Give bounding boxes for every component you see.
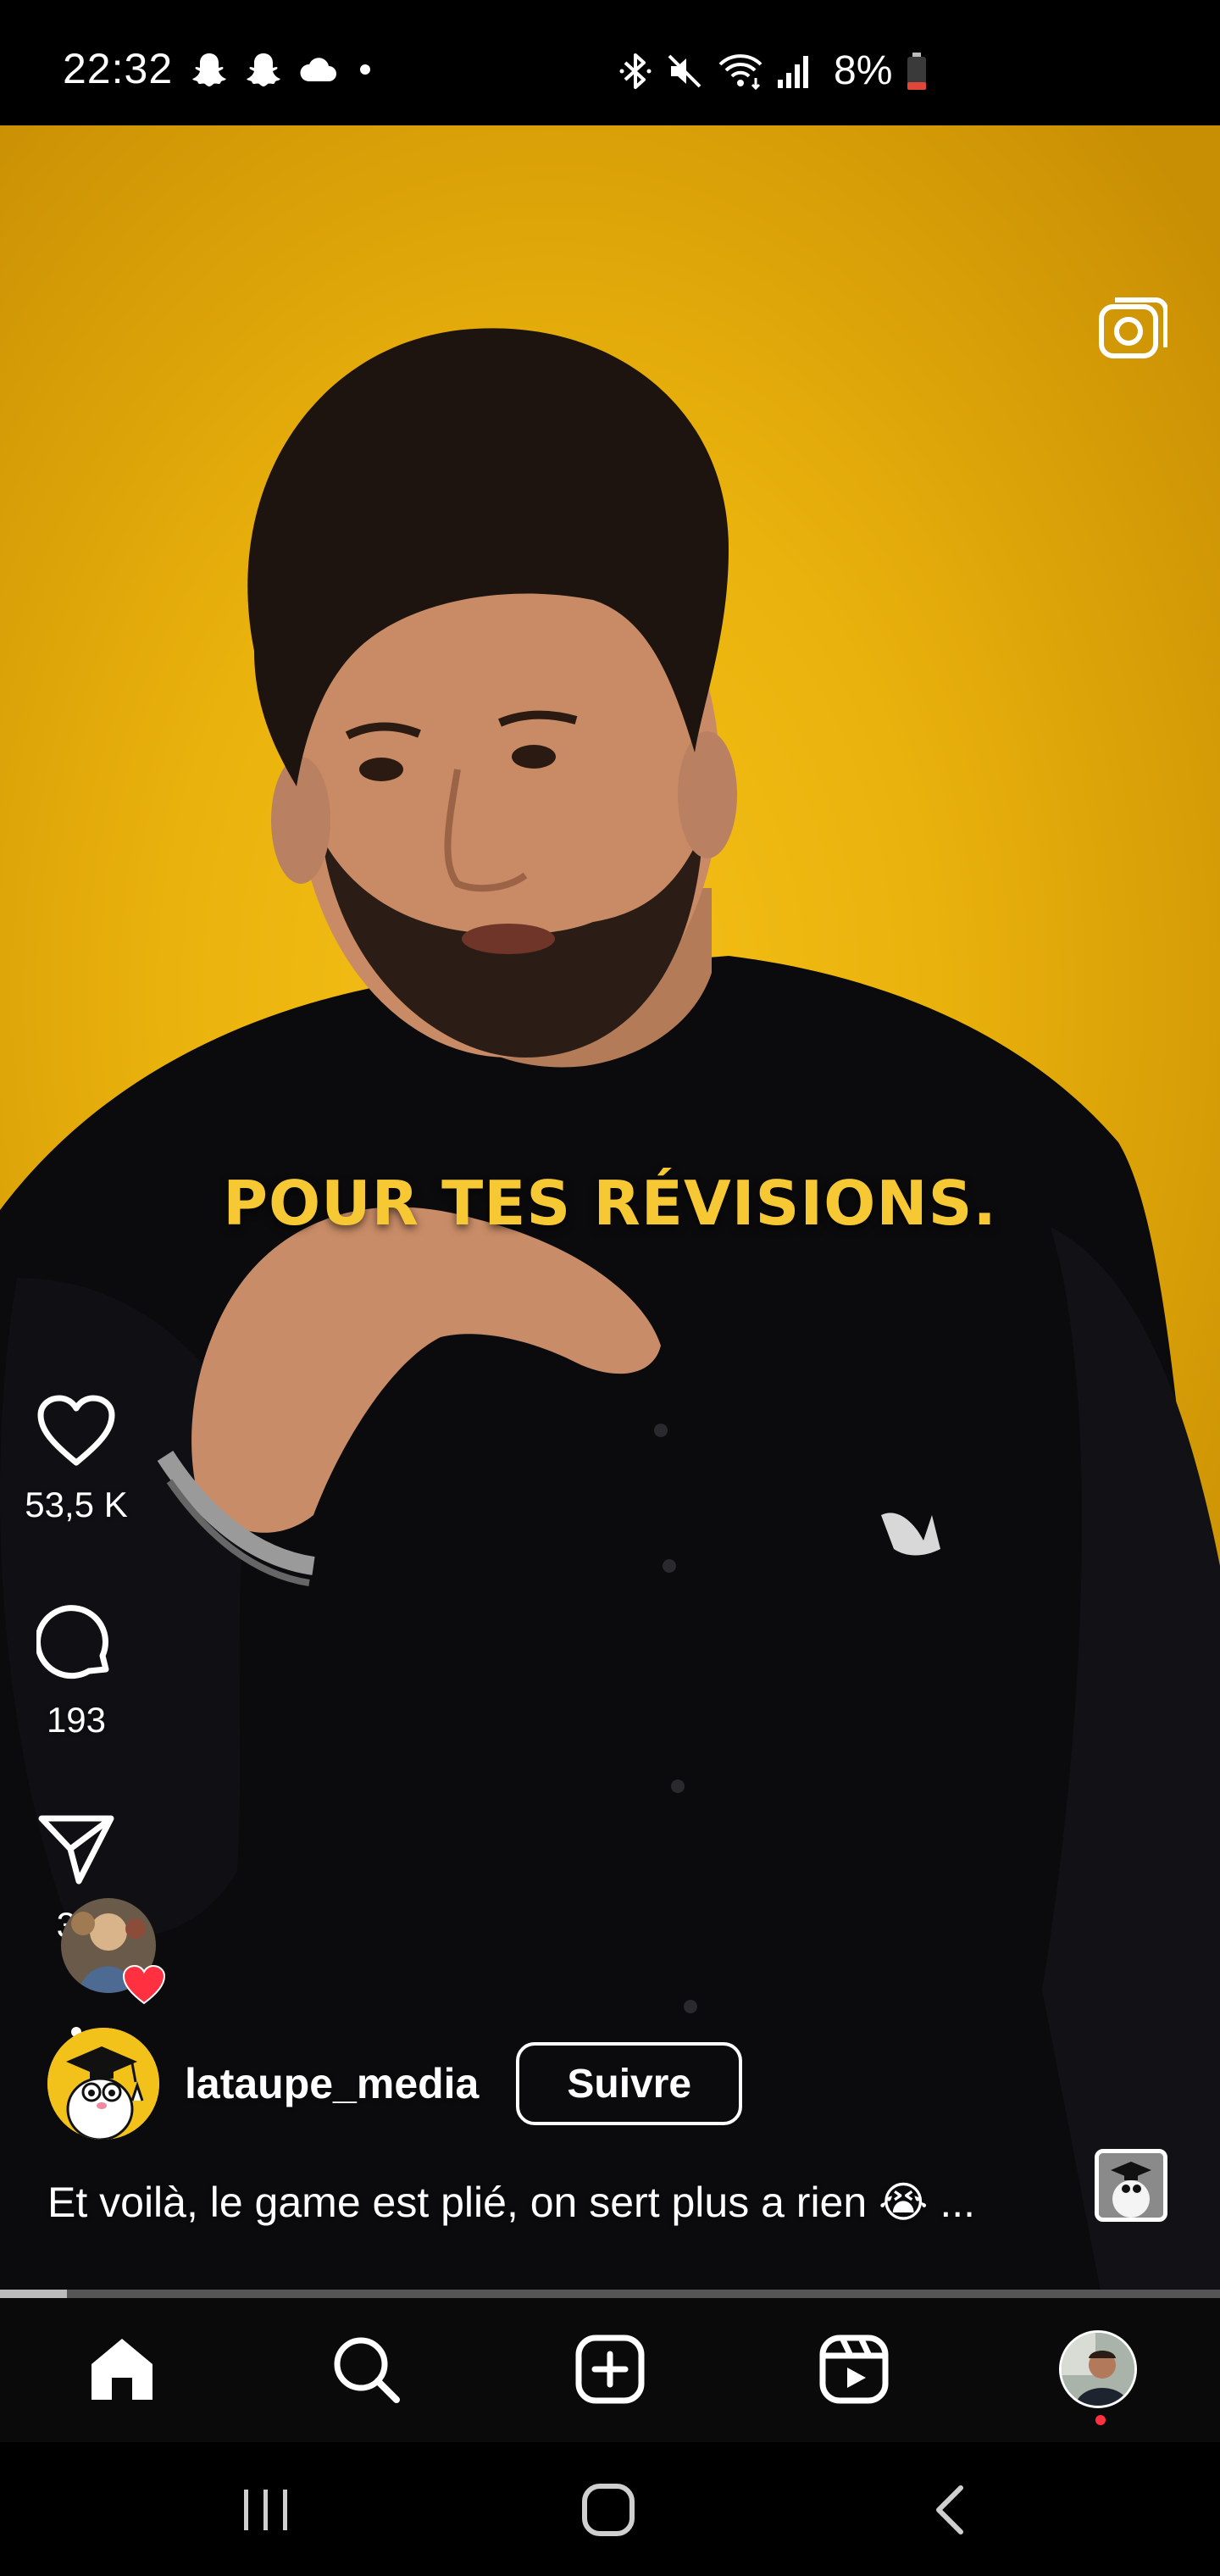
profile-avatar[interactable] bbox=[1059, 2330, 1137, 2408]
nav-profile[interactable] bbox=[1056, 2327, 1140, 2412]
video-caption-overlay: POUR TES RÉVISIONS. bbox=[223, 1168, 997, 1239]
signal-icon bbox=[778, 55, 808, 88]
reel-video[interactable]: POUR TES RÉVISIONS. bbox=[0, 125, 1220, 2295]
nav-home[interactable] bbox=[80, 2327, 164, 2412]
home-icon[interactable] bbox=[86, 2335, 158, 2403]
recent-apps-button[interactable] bbox=[224, 2476, 308, 2544]
author-username[interactable]: lataupe_media bbox=[185, 2059, 479, 2108]
battery-percentage: 8% bbox=[834, 48, 893, 93]
home-button[interactable] bbox=[566, 2476, 651, 2544]
audio-thumbnail[interactable] bbox=[1095, 2149, 1167, 2222]
dot-icon bbox=[360, 64, 370, 75]
create-icon[interactable] bbox=[574, 2334, 646, 2405]
author-avatar[interactable] bbox=[47, 2028, 159, 2140]
like-count: 53,5 K bbox=[25, 1485, 128, 1524]
back-button[interactable] bbox=[907, 2476, 991, 2544]
mute-icon bbox=[668, 54, 702, 87]
send-icon[interactable] bbox=[36, 1812, 116, 1888]
nav-search[interactable] bbox=[324, 2327, 408, 2412]
post-caption[interactable]: Et voilà, le game est plié, on sert plus… bbox=[47, 2178, 975, 2227]
search-icon[interactable] bbox=[330, 2334, 402, 2405]
heart-badge-icon bbox=[122, 1964, 166, 2005]
cloud-icon bbox=[300, 58, 336, 81]
bottom-navigation bbox=[0, 2298, 1220, 2442]
playback-progress-fill bbox=[0, 2290, 68, 2298]
notification-dot bbox=[1095, 2415, 1106, 2425]
follow-button[interactable]: Suivre bbox=[516, 2042, 743, 2125]
snapchat-icon bbox=[247, 53, 280, 86]
system-status-icons: 8% bbox=[618, 47, 929, 94]
nav-reels[interactable] bbox=[812, 2327, 896, 2412]
profile-image bbox=[1062, 2333, 1134, 2406]
mole-mascot-icon bbox=[47, 2028, 159, 2140]
bluetooth-icon bbox=[619, 53, 652, 89]
heart-icon[interactable] bbox=[36, 1395, 116, 1468]
like-action[interactable]: 53,5 K bbox=[0, 1395, 152, 1525]
playback-progress[interactable] bbox=[0, 2290, 1220, 2298]
home-nav-icon[interactable] bbox=[580, 2482, 636, 2538]
snapchat-icon bbox=[192, 53, 226, 86]
reels-icon[interactable] bbox=[818, 2334, 890, 2405]
author-row: lataupe_media Suivre bbox=[47, 2027, 743, 2140]
status-time: 22:32 bbox=[63, 45, 174, 92]
nav-create[interactable] bbox=[568, 2327, 652, 2412]
comment-count: 193 bbox=[46, 1700, 107, 1740]
status-bar: 22:32 8% bbox=[0, 0, 1220, 125]
wifi-icon bbox=[718, 53, 762, 90]
comment-action[interactable]: 193 bbox=[0, 1603, 152, 1740]
camera-icon[interactable] bbox=[1096, 295, 1167, 366]
system-navigation-bar bbox=[0, 2442, 1220, 2576]
comment-icon[interactable] bbox=[36, 1603, 116, 1683]
recent-apps-icon[interactable] bbox=[239, 2486, 293, 2534]
battery-icon bbox=[907, 52, 927, 90]
back-icon[interactable] bbox=[930, 2483, 968, 2537]
mole-mascot-icon bbox=[1099, 2153, 1163, 2218]
notification-icons bbox=[190, 51, 378, 88]
